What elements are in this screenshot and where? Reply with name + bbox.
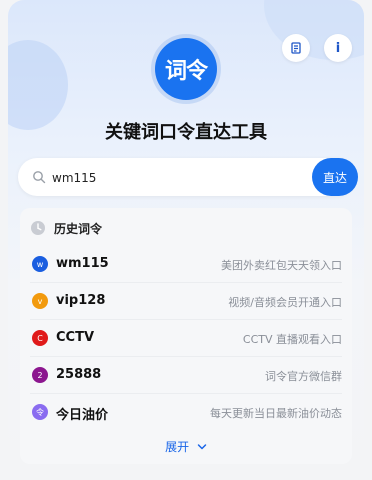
- history-heading: 历史词令: [54, 221, 103, 236]
- keyword-badge: v: [32, 293, 48, 309]
- keyword-badge: w: [32, 256, 48, 272]
- keyword-badge: C: [32, 330, 48, 346]
- keyword-text: wm115: [56, 256, 109, 271]
- keyword-text: 25888: [56, 367, 102, 382]
- history-item[interactable]: 令 今日油价 每天更新当日最新油价动态: [30, 394, 342, 430]
- search-input[interactable]: [50, 167, 284, 189]
- keyword-badge: 2: [32, 367, 48, 383]
- app-frame: i 词令 关键词口令直达工具 直达 历史词令 w wm115 美团外卖红包天天领…: [8, 0, 364, 474]
- history-header: 历史词令: [30, 218, 102, 238]
- app-logo: 词令: [155, 38, 217, 100]
- clock-icon: [31, 221, 45, 235]
- history-list: w wm115 美团外卖红包天天领入口 v vip128 视频/音频会员开通入口…: [20, 246, 352, 430]
- expand-button[interactable]: 展开: [20, 438, 352, 455]
- keyword-description: CCTV 直播观看入口: [242, 333, 342, 346]
- search-icon: [33, 171, 46, 184]
- history-item[interactable]: w wm115 美团外卖红包天天领入口: [30, 246, 342, 283]
- document-button[interactable]: [282, 34, 310, 62]
- history-item[interactable]: C CCTV CCTV 直播观看入口: [30, 320, 342, 357]
- keyword-text: 今日油价: [56, 408, 109, 423]
- history-item[interactable]: 2 25888 词令官方微信群: [30, 357, 342, 394]
- go-button[interactable]: 直达: [312, 158, 358, 196]
- keyword-description: 每天更新当日最新油价动态: [210, 407, 342, 420]
- keyword-description: 词令官方微信群: [265, 370, 342, 383]
- history-item[interactable]: v vip128 视频/音频会员开通入口: [30, 283, 342, 320]
- decorative-blob: [8, 40, 68, 130]
- keyword-badge: 令: [32, 404, 48, 420]
- keyword-text: vip128: [56, 293, 106, 308]
- keyword-description: 美团外卖红包天天领入口: [221, 259, 342, 272]
- chevron-down-icon: [197, 444, 207, 450]
- page-title: 关键词口令直达工具: [105, 122, 267, 143]
- expand-label: 展开: [165, 440, 190, 454]
- logo-text: 词令: [164, 59, 208, 84]
- keyword-text: CCTV: [56, 330, 95, 345]
- info-icon: i: [335, 40, 341, 56]
- search-bar: 直达: [18, 158, 358, 196]
- history-panel: 历史词令 w wm115 美团外卖红包天天领入口 v vip128 视频/音频会…: [20, 208, 352, 464]
- keyword-description: 视频/音频会员开通入口: [228, 296, 342, 309]
- document-icon: [291, 42, 301, 54]
- info-button[interactable]: i: [324, 34, 352, 62]
